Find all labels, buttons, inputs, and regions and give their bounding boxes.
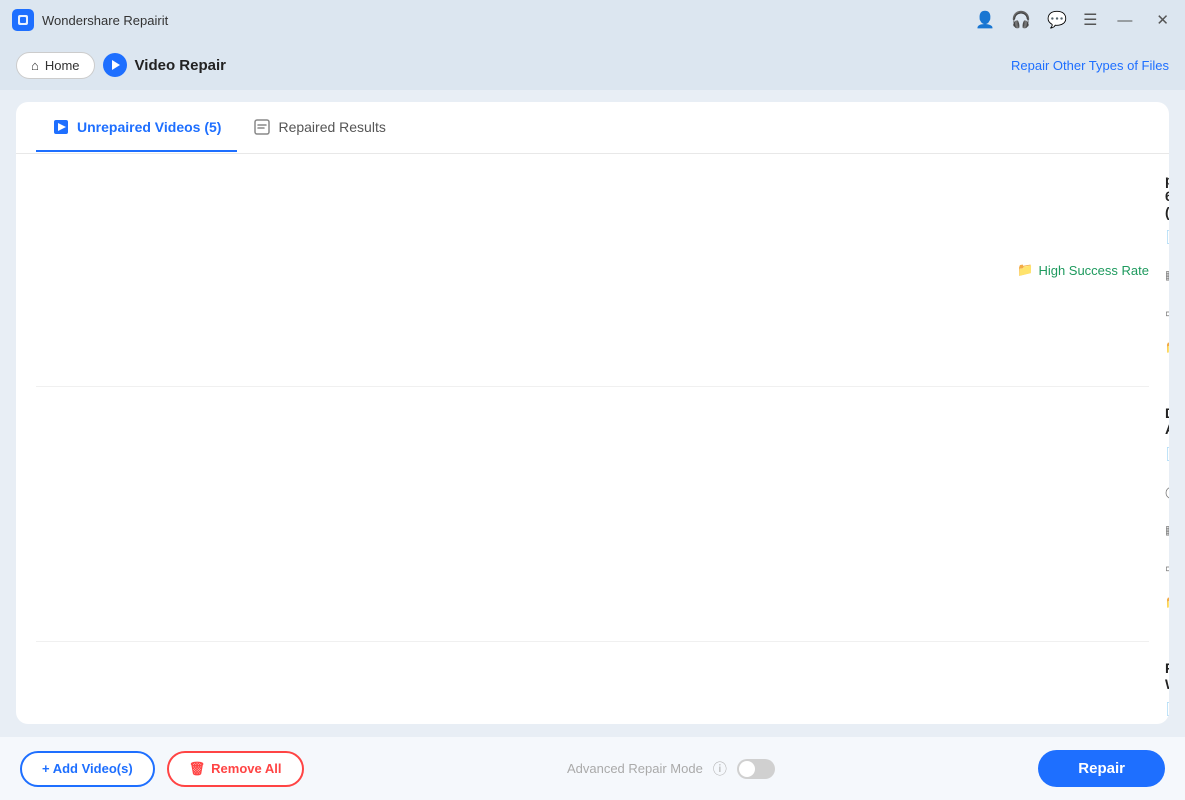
info-icon: ⓘ <box>713 759 727 779</box>
tab-repaired-label: Repaired Results <box>278 119 385 135</box>
close-button[interactable]: ✕ <box>1152 9 1173 31</box>
title-bar-left: Wondershare Repairit <box>12 9 168 31</box>
footer-center: Advanced Repair Mode ⓘ <box>567 759 775 779</box>
video-meta-3: 📄 86.25 MB ◯ 00:00:56 ▦ Missing ▭ <box>1165 702 1169 724</box>
audio-2: ▭ Missing <box>1165 561 1169 575</box>
resolution-1: ▦ 3840 x 2160 <box>1165 268 1169 282</box>
home-icon: ⌂ <box>31 58 39 73</box>
app-logo <box>12 9 34 31</box>
folder-icon-2: 📁 <box>1165 595 1169 609</box>
video-repair-section: Video Repair <box>103 53 226 77</box>
audio-icon-1: ▭ <box>1165 306 1169 320</box>
trash-icon: 🗑 <box>189 761 206 777</box>
repair-button[interactable]: Repair <box>1038 750 1165 787</box>
video-info-3: Playful Dogs During Winter Season.mkv 📄 … <box>1165 660 1169 724</box>
footer-left: + Add Video(s) 🗑 Remove All <box>20 751 304 787</box>
title-bar-controls: 👤 🎧 💬 ☰ — ✕ <box>975 9 1173 31</box>
video-meta-2: 📄 152.70 MB ◯ 00:01:11 ▦ 1502 x 774 ▭ <box>1165 447 1169 575</box>
list-item: Dali-60-20000-AAC(Apower).asf 📄 152.70 M… <box>36 387 1149 642</box>
file-icon-2: 📄 <box>1165 447 1169 461</box>
footer: + Add Video(s) 🗑 Remove All Advanced Rep… <box>0 736 1185 800</box>
file-size-2: 📄 152.70 MB <box>1165 447 1169 461</box>
video-info-2: Dali-60-20000-AAC(Apower).asf 📄 152.70 M… <box>1165 405 1169 623</box>
file-icon-1: 📄 <box>1165 230 1169 244</box>
success-icon-1: 📁 <box>1017 262 1033 278</box>
unrepaired-tab-icon <box>52 118 70 136</box>
add-video-button[interactable]: + Add Video(s) <box>20 751 155 787</box>
home-label: Home <box>45 58 80 73</box>
video-name-1: pexels-taryn-elliott-6051471 (540p)_1_15… <box>1165 172 1169 220</box>
resolution-2: ▦ 1502 x 774 <box>1165 523 1169 537</box>
panel: Unrepaired Videos (5) Repaired Results p… <box>16 102 1169 724</box>
menu-icon[interactable]: ☰ <box>1083 10 1097 30</box>
audio-1: ▭ Missing <box>1165 306 1169 320</box>
tab-repaired[interactable]: Repaired Results <box>237 104 401 152</box>
video-meta-1: 📄 34.49 MB ◯ 00:00:19 ▦ 3840 x 2160 ▭ <box>1165 230 1169 320</box>
video-name-2: Dali-60-20000-AAC(Apower).asf <box>1165 405 1169 437</box>
file-icon-3: 📄 <box>1165 702 1169 716</box>
folder-icon-1: 📁 <box>1165 340 1169 354</box>
resolution-icon-2: ▦ <box>1165 523 1169 537</box>
list-item: pexels-taryn-elliott-6051471 (540p)_1_15… <box>36 154 1149 387</box>
file-size-3: 📄 86.25 MB <box>1165 702 1169 716</box>
app-title: Wondershare Repairit <box>42 13 168 28</box>
tab-unrepaired[interactable]: Unrepaired Videos (5) <box>36 104 237 152</box>
nav-left: ⌂ Home Video Repair <box>16 52 226 79</box>
resolution-icon-1: ▦ <box>1165 268 1169 282</box>
chat-icon[interactable]: 💬 <box>1047 10 1067 30</box>
file-size-1: 📄 34.49 MB <box>1165 230 1169 244</box>
tab-unrepaired-label: Unrepaired Videos (5) <box>77 119 221 135</box>
tabs: Unrepaired Videos (5) Repaired Results <box>16 102 1169 154</box>
remove-all-button[interactable]: 🗑 Remove All <box>167 751 304 787</box>
video-repair-icon <box>103 53 127 77</box>
video-list: pexels-taryn-elliott-6051471 (540p)_1_15… <box>16 154 1169 724</box>
main-content: Unrepaired Videos (5) Repaired Results p… <box>0 90 1185 736</box>
profile-icon[interactable]: 👤 <box>975 10 995 30</box>
repair-other-link[interactable]: Repair Other Types of Files <box>1011 58 1169 73</box>
clock-icon-2: ◯ <box>1165 485 1169 499</box>
home-button[interactable]: ⌂ Home <box>16 52 95 79</box>
video-info-1: pexels-taryn-elliott-6051471 (540p)_1_15… <box>1165 172 1169 368</box>
video-path-1: 📁 C:\Users\ws\Videos\pexels-taryn-elliot… <box>1165 326 1169 368</box>
advanced-mode-toggle[interactable] <box>737 759 775 779</box>
success-rate-badge-1: 📁 High Success Rate <box>1017 262 1149 278</box>
title-bar: Wondershare Repairit 👤 🎧 💬 ☰ — ✕ <box>0 0 1185 40</box>
minimize-button[interactable]: — <box>1113 10 1136 31</box>
remove-all-label: Remove All <box>211 761 281 776</box>
advanced-mode-label: Advanced Repair Mode <box>567 761 703 776</box>
headset-icon[interactable]: 🎧 <box>1011 10 1031 30</box>
list-item: Playful Dogs During Winter Season.mkv 📄 … <box>36 642 1149 724</box>
video-name-3: Playful Dogs During Winter Season.mkv <box>1165 660 1169 692</box>
video-repair-label: Video Repair <box>135 57 226 74</box>
duration-2: ◯ 00:01:11 <box>1165 485 1169 499</box>
repaired-tab-icon <box>253 118 271 136</box>
video-path-2: 📁 C:\Users\ws\Videos\Dali-60-20000-AAC(A… <box>1165 581 1169 623</box>
nav-bar: ⌂ Home Video Repair Repair Other Types o… <box>0 40 1185 90</box>
audio-icon-2: ▭ <box>1165 561 1169 575</box>
